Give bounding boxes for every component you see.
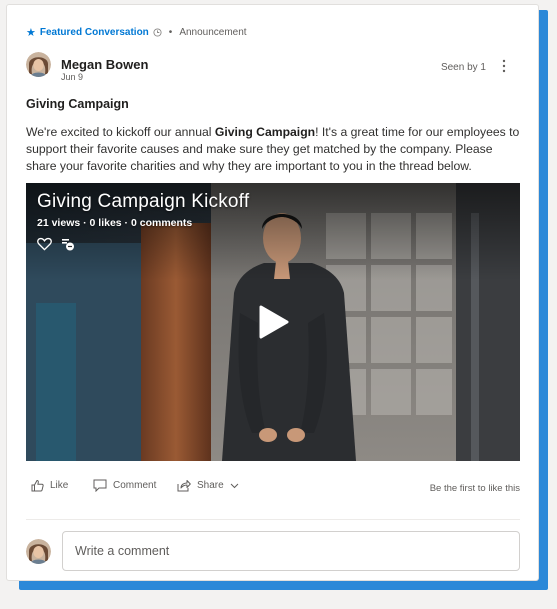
header-separator: • bbox=[168, 27, 173, 38]
video-title[interactable]: Giving Campaign Kickoff bbox=[37, 191, 249, 213]
like-button[interactable]: Like bbox=[31, 479, 68, 492]
author-name[interactable]: Megan Bowen bbox=[61, 57, 148, 72]
post-actions: Like Comment Share Be the first to like … bbox=[26, 479, 520, 499]
clock-icon bbox=[153, 28, 162, 37]
author-avatar[interactable] bbox=[26, 52, 51, 77]
comment-label: Comment bbox=[113, 480, 157, 491]
heart-icon[interactable] bbox=[37, 237, 52, 251]
chevron-down-icon bbox=[230, 483, 239, 488]
comment-icon bbox=[93, 479, 107, 492]
more-icon[interactable] bbox=[497, 58, 511, 74]
like-label: Like bbox=[50, 480, 69, 491]
post-body-intro: We're excited to kickoff our annual bbox=[26, 125, 215, 139]
like-icon bbox=[31, 479, 44, 492]
current-user-avatar bbox=[26, 539, 51, 564]
post-body: We're excited to kickoff our annual Givi… bbox=[26, 124, 522, 175]
comment-button[interactable]: Comment bbox=[93, 479, 156, 492]
featured-label: Featured Conversation bbox=[39, 27, 149, 38]
post-title: Giving Campaign bbox=[26, 97, 129, 111]
video-player[interactable]: Giving Campaign Kickoff 21 views · 0 lik… bbox=[26, 183, 520, 461]
closed-captions-icon[interactable] bbox=[61, 238, 75, 251]
share-label: Share bbox=[197, 480, 224, 491]
comment-input[interactable] bbox=[62, 531, 520, 571]
post-card: ★ Featured Conversation • Announcement M… bbox=[6, 4, 539, 581]
post-date: Jun 9 bbox=[61, 72, 84, 82]
star-icon: ★ bbox=[26, 27, 36, 39]
video-stats: 21 views · 0 likes · 0 comments bbox=[37, 217, 193, 229]
seen-by-count[interactable]: Seen by 1 bbox=[441, 62, 486, 73]
first-like-prompt: Be the first to like this bbox=[429, 483, 520, 494]
comment-divider bbox=[26, 519, 520, 520]
share-icon bbox=[177, 480, 191, 492]
play-icon[interactable] bbox=[257, 305, 289, 339]
post-body-emphasis: Giving Campaign bbox=[214, 125, 316, 139]
share-button[interactable]: Share bbox=[177, 479, 239, 492]
post-type-label: Announcement bbox=[179, 27, 247, 38]
post-header: ★ Featured Conversation • Announcement bbox=[26, 26, 247, 39]
